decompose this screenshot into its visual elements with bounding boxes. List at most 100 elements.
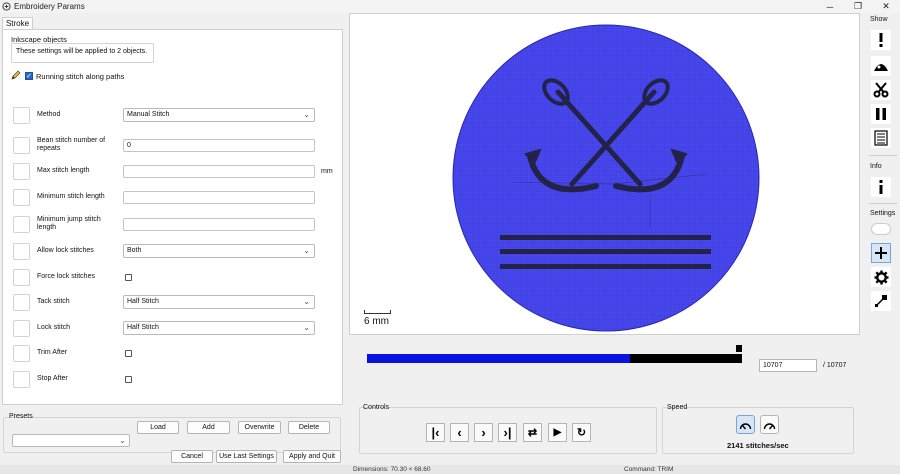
add-button[interactable] <box>871 243 891 263</box>
direction-button[interactable]: ⇄ <box>523 423 542 442</box>
speed-readout: 2141 stitches/sec <box>727 441 789 450</box>
param-row-minimum-stitch-length: Minimum stitch length <box>3 186 343 208</box>
delete-preset-button[interactable]: Delete <box>288 421 330 434</box>
player-controls: 10707 / 10707 Controls |‹ ‹ › ›| ⇄ ▶ ↻ S… <box>349 337 860 465</box>
running-stitch-label: Running stitch along paths <box>36 71 125 81</box>
show-trims-button[interactable] <box>871 80 891 100</box>
show-jumps-button[interactable] <box>871 56 891 76</box>
cancel-button[interactable]: Cancel <box>171 450 213 463</box>
total-stitches: / 10707 <box>823 362 847 369</box>
first-stitch-button[interactable]: |‹ <box>426 423 445 442</box>
show-commands-button[interactable] <box>871 128 891 148</box>
select-value: Manual Stitch <box>127 111 170 118</box>
plus-icon <box>875 247 887 259</box>
slider-handle[interactable] <box>736 345 742 352</box>
previous-stitch-button[interactable]: ‹ <box>450 423 469 442</box>
preview-canvas[interactable]: 6 mm <box>349 13 860 335</box>
next-stitch-button[interactable]: › <box>474 423 493 442</box>
settings-label: Settings <box>870 210 896 217</box>
bean-stitch-number-of-repeats-input[interactable]: 0 <box>123 139 315 152</box>
play-icon: ▶ <box>553 427 562 438</box>
param-label: Minimum stitch length <box>37 193 105 200</box>
play-button[interactable]: ▶ <box>548 423 567 442</box>
trim-after-checkbox[interactable] <box>125 350 132 357</box>
controls-label: Controls <box>363 404 390 411</box>
max-stitch-length-input[interactable] <box>123 165 315 178</box>
show-warnings-button[interactable] <box>871 30 891 50</box>
param-row-trim-after: Trim After <box>3 342 343 364</box>
restart-button[interactable]: ↻ <box>572 423 591 442</box>
lock-stitch-select[interactable]: Half Stitch ⌄ <box>123 321 315 335</box>
faster-speed-button[interactable] <box>760 415 779 434</box>
show-label: Show <box>870 16 888 23</box>
settings-toggle[interactable] <box>871 223 891 235</box>
param-enable-toggle[interactable] <box>13 137 30 154</box>
info-label: Info <box>870 163 882 170</box>
info-icon <box>879 180 883 194</box>
status-bar: Dimensions: 70.30 × 68.60 Command: TRIM <box>0 465 900 474</box>
apply-and-quit-button[interactable]: Apply and Quit <box>283 450 341 463</box>
chevron-down-icon: ⌄ <box>303 246 310 255</box>
title-bar: Embroidery Params ─ ❐ ✕ <box>0 0 900 13</box>
maximize-button[interactable]: ❐ <box>844 0 872 13</box>
param-enable-toggle[interactable] <box>13 243 30 260</box>
allow-lock-stitches-select[interactable]: Both ⌄ <box>123 244 315 258</box>
show-stops-button[interactable] <box>871 104 891 124</box>
info-button[interactable] <box>871 177 891 197</box>
progress-fill <box>367 354 630 363</box>
speedometer-fast-icon <box>763 422 776 429</box>
param-row-method: Method Manual Stitch ⌄ <box>3 104 343 126</box>
param-row-minimum-jump-stitch-length: Minimum jump stitch length <box>3 213 343 235</box>
chevron-down-icon: ⌄ <box>303 297 310 306</box>
add-preset-button[interactable]: Add <box>187 421 230 434</box>
param-row-tack-stitch: Tack stitch Half Stitch ⌄ <box>3 291 343 313</box>
select-value: Both <box>127 247 142 254</box>
param-enable-toggle[interactable] <box>13 163 30 180</box>
param-row-stop-after: Stop After <box>3 368 343 390</box>
scissors-icon <box>873 82 889 98</box>
running-stitch-checkbox[interactable]: ✓ <box>25 72 33 80</box>
minimum-jump-stitch-length-input[interactable] <box>123 218 315 231</box>
current-stitch-input[interactable]: 10707 <box>759 359 817 372</box>
settings-button[interactable] <box>871 267 891 287</box>
param-enable-toggle[interactable] <box>13 189 30 206</box>
load-preset-button[interactable]: Load <box>137 421 179 434</box>
scale-bar: 6 mm <box>364 310 391 327</box>
chevron-left-icon: ‹ <box>457 425 462 440</box>
use-last-settings-button[interactable]: Use Last Settings <box>216 450 277 463</box>
text-list-icon <box>874 130 888 146</box>
tack-stitch-select[interactable]: Half Stitch ⌄ <box>123 295 315 309</box>
scale-bar-line <box>364 310 391 314</box>
force-lock-stitches-checkbox[interactable] <box>125 274 132 281</box>
warning-icon <box>879 33 883 47</box>
scale-label: 6 mm <box>364 316 389 327</box>
preset-select[interactable]: ⌄ <box>12 434 130 447</box>
method-select[interactable]: Manual Stitch ⌄ <box>123 108 315 122</box>
param-enable-toggle[interactable] <box>13 320 30 337</box>
param-label: Method <box>37 111 61 118</box>
param-enable-toggle[interactable] <box>13 269 30 286</box>
param-enable-toggle[interactable] <box>13 216 30 233</box>
close-button[interactable]: ✕ <box>872 0 900 13</box>
resize-button[interactable] <box>871 291 891 311</box>
embroidery-preview <box>452 24 760 332</box>
running-stitch-toggle[interactable]: ✓ Running stitch along paths <box>11 70 124 82</box>
param-enable-toggle[interactable] <box>13 107 30 124</box>
minimum-stitch-length-input[interactable] <box>123 191 315 204</box>
slower-speed-button[interactable] <box>736 415 755 434</box>
last-stitch-button[interactable]: ›| <box>498 423 517 442</box>
param-enable-toggle[interactable] <box>13 294 30 311</box>
stop-after-checkbox[interactable] <box>125 376 132 383</box>
minimize-button[interactable]: ─ <box>816 0 844 13</box>
param-enable-toggle[interactable] <box>13 371 30 388</box>
command-readout: Command: TRIM <box>624 466 674 473</box>
overwrite-preset-button[interactable]: Overwrite <box>238 421 281 434</box>
param-enable-toggle[interactable] <box>13 345 30 362</box>
refresh-icon: ↻ <box>576 427 587 439</box>
stitch-progress-slider[interactable] <box>367 345 742 363</box>
param-label: Minimum jump stitch length <box>37 216 101 231</box>
chevron-down-icon: ⌄ <box>303 323 310 332</box>
settings-pane: Stroke Inkscape objects These settings w… <box>0 13 346 474</box>
stroke-panel: Inkscape objects These settings will be … <box>2 29 343 405</box>
separator <box>869 203 897 204</box>
